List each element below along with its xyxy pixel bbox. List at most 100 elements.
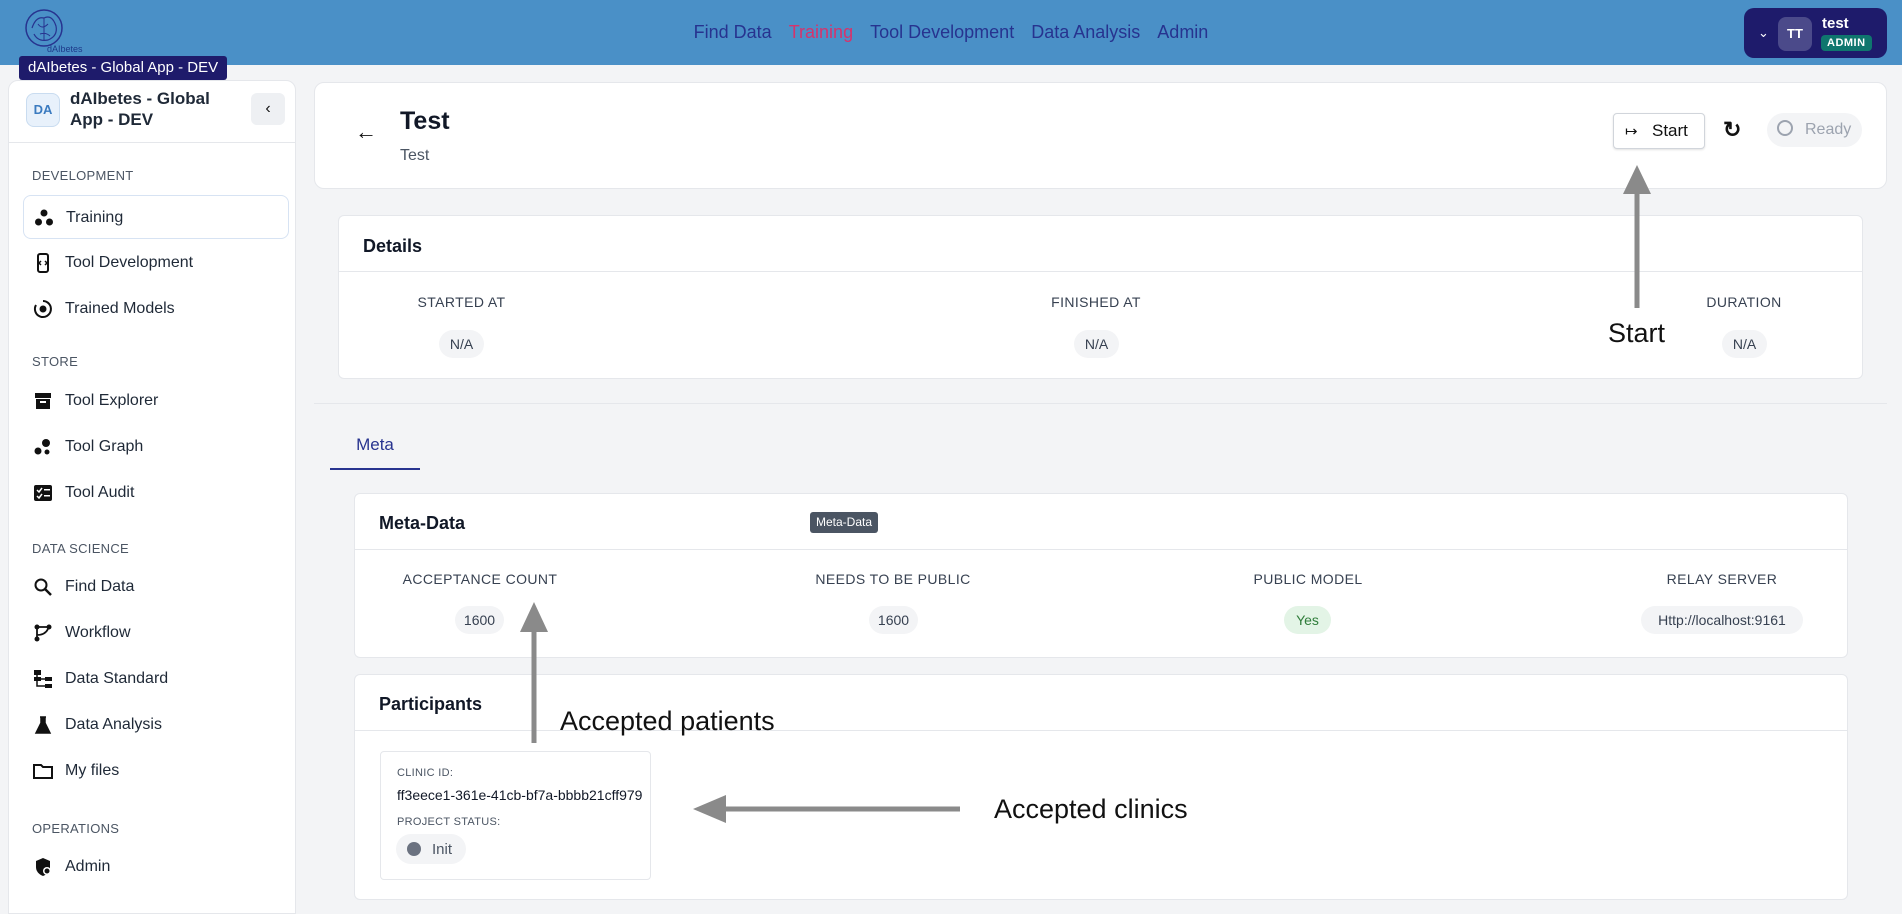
section-development: DEVELOPMENT (32, 168, 134, 183)
flask-icon (34, 716, 52, 734)
status-label: Ready (1805, 121, 1852, 138)
start-button-label: Start (1652, 121, 1688, 140)
app-title-tooltip: dAIbetes - Global App - DEV (19, 56, 228, 80)
sidebar-item-label: Tool Graph (65, 438, 144, 455)
acceptance-count-label: ACCEPTANCE COUNT (402, 571, 558, 587)
nav-admin[interactable]: Admin (1157, 22, 1208, 42)
sidebar-item-label: Admin (65, 858, 111, 875)
sidebar-item-my-files[interactable]: My files (23, 749, 289, 793)
meta-data-card: Meta-Data ACCEPTANCE COUNT 1600 NEEDS TO… (354, 493, 1848, 658)
sidebar-item-trained-models[interactable]: Trained Models (23, 287, 289, 331)
start-annotation: Start (1608, 318, 1666, 348)
checklist-icon (34, 485, 52, 501)
accepted-patients-annotation: Accepted patients (560, 706, 775, 736)
collapse-sidebar-button[interactable]: ‹ (251, 93, 285, 125)
sidebar-item-label: Data Standard (65, 670, 169, 687)
logo-text: dAIbetes (47, 44, 83, 54)
accepted-clinics-annotation: Accepted clinics (994, 794, 1188, 824)
main-nav: Find Data Training Tool Development Data… (0, 22, 1902, 43)
participants-title: Participants (379, 694, 483, 714)
clinic-id-label: CLINIC ID: (397, 767, 454, 779)
sidebar-item-find-data[interactable]: Find Data (23, 565, 289, 609)
refresh-icon[interactable]: ↻ (1723, 117, 1741, 143)
public-model-value: Yes (1284, 606, 1331, 634)
sidebar-item-label: Data Analysis (65, 716, 162, 733)
sidebar-item-label: Workflow (65, 624, 131, 641)
duration-label: DURATION (1706, 294, 1782, 310)
sidebar-item-label: My files (65, 762, 120, 779)
folder-icon (33, 764, 53, 779)
public-model-label: PUBLIC MODEL (1253, 571, 1363, 587)
started-at-label: STARTED AT (417, 294, 506, 310)
device-code-icon (37, 253, 49, 273)
sidebar-item-tool-development[interactable]: Tool Development (23, 241, 289, 285)
page-header: ← Test Test ↦ Start ↻ Ready (314, 82, 1887, 189)
search-icon (34, 578, 52, 596)
hierarchy-icon (34, 670, 52, 688)
details-title: Details (363, 236, 423, 256)
model-icon (33, 300, 52, 318)
archive-icon (35, 393, 51, 409)
user-menu[interactable]: ⌄ TT test ADMIN (1744, 8, 1887, 58)
details-card: Details STARTED AT N/A FINISHED AT N/A D… (338, 215, 1863, 379)
status-badge: Ready (1767, 113, 1862, 147)
clinic-id-value: ff3eece1-361e-41cb-bf7a-bbbb21cff979 (397, 787, 643, 803)
training-icon (35, 209, 53, 226)
divider (339, 271, 1862, 272)
avatar: TT (1778, 17, 1812, 51)
section-divider (314, 403, 1887, 404)
nav-tool-development[interactable]: Tool Development (870, 22, 1014, 42)
sidebar-item-workflow[interactable]: Workflow (23, 611, 289, 655)
app-title: dAIbetes - Global App - DEV (70, 89, 210, 129)
acceptance-count-value: 1600 (455, 606, 504, 634)
divider (355, 549, 1847, 550)
workflow-icon (34, 624, 52, 642)
nav-find-data[interactable]: Find Data (694, 22, 772, 42)
clock-icon (1777, 120, 1793, 136)
started-at-value: N/A (439, 330, 484, 358)
tab-meta[interactable]: Meta (330, 430, 420, 470)
nav-training[interactable]: Training (789, 22, 853, 42)
clinic-card[interactable]: CLINIC ID: ff3eece1-361e-41cb-bf7a-bbbb2… (380, 751, 651, 880)
top-navbar: dAIbetes Find Data Training Tool Develop… (0, 0, 1902, 65)
sidebar-item-label: Tool Explorer (65, 392, 159, 409)
section-operations: OPERATIONS (32, 821, 120, 836)
status-icon (407, 842, 421, 856)
page-title: Test (400, 107, 450, 135)
sidebar-item-data-analysis[interactable]: Data Analysis (23, 703, 289, 747)
graph-icon (34, 439, 50, 455)
sidebar-item-tool-explorer[interactable]: Tool Explorer (23, 379, 289, 423)
start-arrow-icon: ↦ (1625, 123, 1638, 140)
sidebar-item-tool-audit[interactable]: Tool Audit (23, 471, 289, 515)
duration-value: N/A (1722, 330, 1767, 358)
sidebar-item-training[interactable]: Training (23, 195, 289, 239)
finished-at-value: N/A (1074, 330, 1119, 358)
meta-data-tooltip: Meta-Data (810, 512, 879, 533)
sidebar-item-label: Training (66, 209, 124, 226)
nav-data-analysis[interactable]: Data Analysis (1031, 22, 1140, 42)
sidebar-item-label: Tool Development (65, 254, 194, 271)
user-name: test (1822, 15, 1849, 32)
needs-public-value: 1600 (869, 606, 918, 634)
relay-server-value: Http://localhost:9161 (1641, 606, 1803, 634)
relay-server-label: RELAY SERVER (1666, 571, 1778, 587)
sidebar-item-label: Tool Audit (65, 484, 135, 501)
sidebar-item-admin[interactable]: Admin (23, 845, 289, 889)
page-subtitle: Test (400, 147, 430, 164)
chevron-left-icon: ‹ (265, 100, 271, 117)
start-button[interactable]: ↦ Start (1613, 113, 1705, 149)
project-status-value: Init (432, 841, 453, 858)
sidebar-item-label: Trained Models (65, 300, 175, 317)
project-status-label: PROJECT STATUS: (397, 816, 501, 828)
section-store: STORE (32, 354, 79, 369)
finished-at-label: FINISHED AT (1051, 294, 1141, 310)
chevron-down-icon: ⌄ (1758, 25, 1769, 40)
sidebar-item-tool-graph[interactable]: Tool Graph (23, 425, 289, 469)
sidebar-item-data-standard[interactable]: Data Standard (23, 657, 289, 701)
section-data-science: DATA SCIENCE (32, 541, 130, 556)
app-badge: DA (26, 93, 60, 127)
admin-shield-icon (36, 858, 51, 876)
sidebar-item-label: Find Data (65, 578, 135, 595)
needs-public-label: NEEDS TO BE PUBLIC (815, 571, 971, 587)
back-arrow-icon[interactable]: ← (355, 119, 377, 145)
